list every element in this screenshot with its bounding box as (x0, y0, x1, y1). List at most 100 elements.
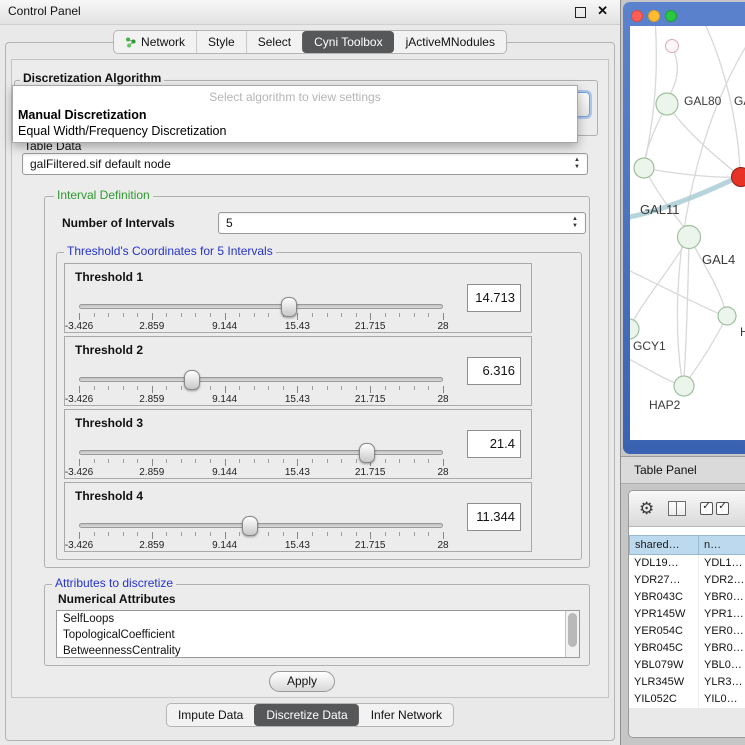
tab-label: jActiveMNodules (406, 35, 495, 49)
slider-thumb[interactable] (184, 370, 200, 390)
attribute-item[interactable]: BetweennessCentrality (57, 643, 579, 658)
threshold-value-field[interactable]: 6.316 (467, 357, 521, 385)
slider-tick (341, 459, 342, 463)
slider-tick (225, 459, 226, 466)
slider-tick (79, 459, 80, 466)
threshold-value-field[interactable]: 14.713 (467, 284, 521, 312)
slider-tick (414, 313, 415, 317)
checkbox-icon[interactable] (700, 502, 713, 515)
table-row[interactable]: YIL052CYIL0… (629, 691, 745, 708)
tab-label: Impute Data (178, 708, 243, 722)
threshold-panel: Threshold 1-3.4262.8599.14415.4321.71528… (64, 263, 532, 333)
network-canvas[interactable]: GAL80 GA GAL11 GAL4 GCY1 H HAP2 (630, 26, 745, 440)
tab-infer-network[interactable]: Infer Network (359, 704, 453, 726)
list-scrollbar-thumb[interactable] (568, 613, 577, 647)
threshold-panel: Threshold 2-3.4262.8599.14415.4321.71528… (64, 336, 532, 406)
table-cell: YDR2… (699, 572, 745, 589)
slider-tick (79, 313, 80, 320)
slider-tick (356, 459, 357, 463)
tab-network[interactable]: Network (114, 31, 196, 53)
columns-icon[interactable] (668, 501, 686, 516)
scale-label: 28 (437, 540, 448, 551)
float-icon[interactable] (575, 7, 586, 18)
combo-arrows-icon: ▲▼ (567, 217, 585, 229)
slider-tick (268, 532, 269, 536)
column-header[interactable]: n… (698, 535, 745, 555)
threshold-slider[interactable]: -3.4262.8599.14415.4321.71528 (79, 444, 443, 478)
attributes-list[interactable]: SelfLoopsTopologicalCoefficientBetweenne… (56, 610, 580, 658)
num-intervals-combo[interactable]: 5 ▲▼ (218, 212, 586, 234)
algorithm-option[interactable]: Equal Width/Frequency Discretization (13, 123, 577, 139)
threshold-slider[interactable]: -3.4262.8599.14415.4321.71528 (79, 371, 443, 405)
network-node[interactable] (674, 376, 694, 396)
traffic-light-close[interactable] (631, 10, 643, 22)
threshold-value-field[interactable]: 11.344 (467, 503, 521, 531)
network-node[interactable] (634, 158, 654, 178)
window-title: Control Panel (8, 4, 81, 18)
slider-tick (181, 313, 182, 317)
list-scrollbar[interactable] (565, 611, 579, 657)
network-node[interactable] (656, 93, 678, 115)
scale-label: 15.43 (285, 467, 310, 478)
table-row[interactable]: YDL19…YDL1… (629, 555, 745, 572)
slider-tick (137, 459, 138, 463)
threshold-value-field[interactable]: 21.4 (467, 430, 521, 458)
slider-tick (152, 459, 153, 466)
column-header[interactable]: shared… (629, 535, 699, 555)
slider-tick (327, 532, 328, 536)
slider-tick (312, 532, 313, 536)
tab-label: Select (258, 35, 291, 49)
tab-jactivemnodules[interactable]: jActiveMNodules (394, 31, 506, 53)
slider-tick (297, 459, 298, 466)
slider-tick (239, 313, 240, 317)
network-node[interactable] (630, 319, 639, 339)
table-row[interactable]: YER054CYER0… (629, 623, 745, 640)
slider-tick (108, 386, 109, 390)
tab-label: Infer Network (371, 708, 442, 722)
traffic-light-zoom[interactable] (665, 10, 677, 22)
scale-label: 28 (437, 394, 448, 405)
slider-thumb[interactable] (359, 443, 375, 463)
table-row[interactable]: YBR043CYBR0… (629, 589, 745, 606)
table-panel-title: Table Panel (634, 463, 697, 477)
tab-discretize-data[interactable]: Discretize Data (254, 704, 358, 726)
tab-cyni-toolbox[interactable]: Cyni Toolbox (302, 31, 393, 53)
attribute-item[interactable]: SelfLoops (57, 611, 579, 627)
scale-label: 9.144 (212, 321, 237, 332)
checkbox-icon[interactable] (716, 502, 729, 515)
gear-icon[interactable] (639, 499, 654, 519)
threshold-label: Threshold 4 (75, 489, 143, 503)
table-row[interactable]: YBL079WYBL0… (629, 657, 745, 674)
apply-button[interactable]: Apply (269, 671, 335, 692)
right-pane: GAL80 GA GAL11 GAL4 GCY1 H HAP2 Table Pa… (621, 0, 745, 745)
network-icon (125, 37, 136, 48)
close-icon[interactable] (597, 3, 608, 19)
slider-tick (94, 532, 95, 536)
table-row[interactable]: YDR27…YDR2… (629, 572, 745, 589)
slider-tick (123, 386, 124, 390)
table-row[interactable]: YLR345WYLR3… (629, 674, 745, 691)
scale-label: 15.43 (285, 540, 310, 551)
slider-thumb[interactable] (281, 297, 297, 317)
tab-impute-data[interactable]: Impute Data (167, 704, 254, 726)
algorithm-option[interactable]: Manual Discretization (13, 107, 577, 123)
table-gutter (629, 527, 745, 535)
table-row[interactable]: YBR045CYBR0… (629, 640, 745, 657)
tab-select[interactable]: Select (246, 31, 302, 53)
traffic-light-minimize[interactable] (648, 10, 660, 22)
slider-tick (297, 532, 298, 539)
attribute-item[interactable]: TopologicalCoefficient (57, 627, 579, 643)
slider-tick (268, 313, 269, 317)
network-node[interactable] (666, 40, 679, 53)
tab-style[interactable]: Style (196, 31, 246, 53)
slider-tick (225, 313, 226, 320)
network-node[interactable] (718, 307, 736, 325)
threshold-slider[interactable]: -3.4262.8599.14415.4321.71528 (79, 298, 443, 332)
table-cell: YDL1… (699, 555, 745, 572)
network-node[interactable] (678, 226, 701, 249)
table-row[interactable]: YPR145WYPR1… (629, 606, 745, 623)
threshold-slider[interactable]: -3.4262.8599.14415.4321.71528 (79, 517, 443, 551)
table-data-combo[interactable]: galFiltered.sif default node ▲▼ (22, 153, 588, 175)
network-window[interactable]: GAL80 GA GAL11 GAL4 GCY1 H HAP2 (623, 2, 745, 454)
slider-thumb[interactable] (242, 516, 258, 536)
